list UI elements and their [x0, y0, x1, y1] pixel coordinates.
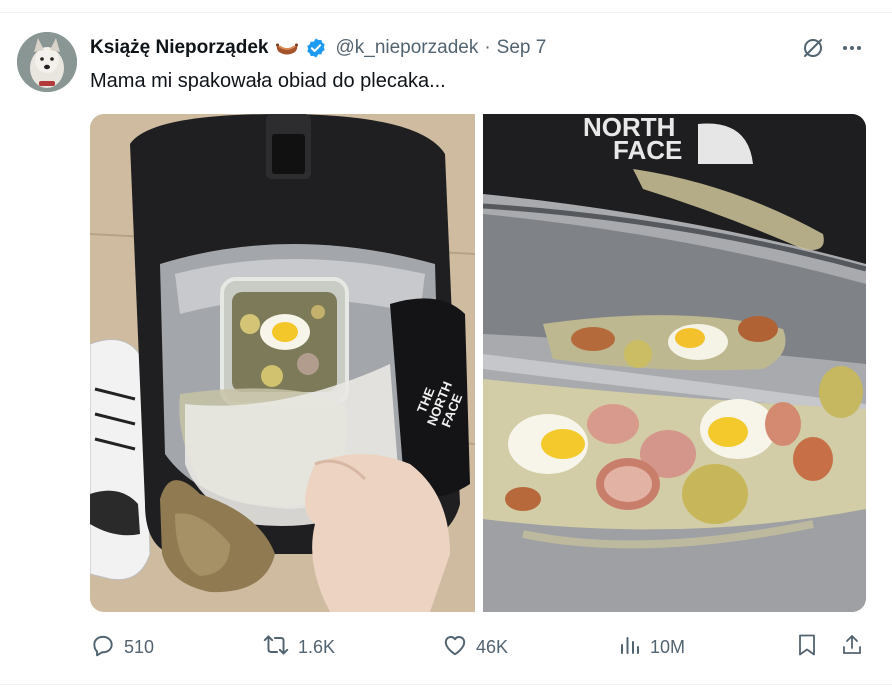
- repost-count: 1.6K: [298, 636, 336, 657]
- action-bar: 510 1.6K 46K 10M: [90, 632, 866, 662]
- dog-avatar-image: [17, 32, 77, 92]
- grok-icon[interactable]: [801, 36, 825, 60]
- bookmark-button[interactable]: [796, 632, 818, 662]
- repost-button[interactable]: 1.6K: [262, 632, 335, 662]
- food-closeup-image: NORTH FACE: [483, 114, 866, 612]
- views-button[interactable]: 10M: [618, 632, 685, 662]
- verified-badge-icon: [305, 37, 327, 59]
- handle[interactable]: @k_nieporzadek: [335, 37, 478, 59]
- views-icon: [618, 632, 642, 663]
- like-count: 46K: [476, 636, 509, 657]
- reply-icon: [90, 632, 116, 663]
- brand-text-face-right: FACE: [613, 135, 682, 165]
- share-icon: [840, 632, 864, 663]
- post-date[interactable]: Sep 7: [497, 37, 547, 59]
- views-count: 10M: [650, 636, 686, 657]
- display-name[interactable]: Książę Nieporządek: [90, 37, 268, 59]
- tweet-text: Mama mi spakowała obiad do plecaka...: [90, 70, 446, 92]
- backpack-photo-image: THE NORTH FACE: [90, 114, 475, 612]
- top-divider: [0, 12, 892, 13]
- separator-dot: ·: [484, 37, 491, 58]
- repost-icon: [262, 632, 290, 663]
- reply-count: 510: [124, 636, 155, 657]
- bookmark-icon: [796, 632, 818, 663]
- bottom-divider: [0, 684, 892, 685]
- like-button[interactable]: 46K: [442, 632, 508, 662]
- more-icon[interactable]: [840, 36, 864, 60]
- photo-food-closeup[interactable]: NORTH FACE: [483, 114, 866, 612]
- like-icon: [442, 632, 468, 663]
- share-button[interactable]: [840, 632, 864, 662]
- photo-backpack-open[interactable]: THE NORTH FACE: [90, 114, 475, 612]
- sausage-emoji-icon: [275, 40, 299, 56]
- reply-button[interactable]: 510: [90, 632, 154, 662]
- tweet-header: Książę Nieporządek @k_nieporzadek · Sep …: [90, 35, 546, 61]
- avatar[interactable]: [17, 32, 77, 92]
